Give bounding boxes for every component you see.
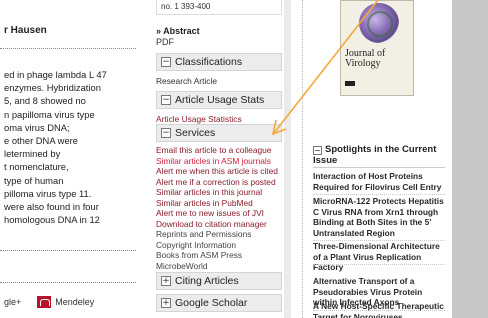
pdf-link[interactable]: PDF xyxy=(156,37,174,47)
spotlights-title: Spotlights in the Current Issue xyxy=(313,144,437,166)
list-item[interactable]: Reprints and Permissions xyxy=(156,229,282,240)
abstract-text: ed in phage lambda L 47 enzymes. Hybridi… xyxy=(4,68,107,226)
spotlights-header[interactable]: − Spotlights in the Current Issue xyxy=(313,144,445,166)
section-title: Classifications xyxy=(175,56,243,68)
usage-stats-header[interactable]: − Article Usage Stats xyxy=(156,91,282,109)
divider xyxy=(0,48,136,49)
list-item[interactable]: Copyright Information xyxy=(156,240,282,251)
section-title: Google Scholar xyxy=(175,297,248,309)
google-plus-link[interactable]: gle+ xyxy=(4,297,21,307)
list-item[interactable]: Alert me if a correction is posted xyxy=(156,177,282,188)
abstract-line: letermined by xyxy=(4,148,61,160)
abstract-line: t nomenclature, xyxy=(4,161,69,173)
spotlight-article-link[interactable]: Interaction of Host Proteins Required fo… xyxy=(313,171,445,192)
list-item[interactable]: Alert me to new issues of JVI xyxy=(156,208,282,219)
cover-journal-title: Journal of Virology xyxy=(345,48,386,69)
abstract-line: enzymes. Hybridization xyxy=(4,82,101,94)
spotlights-column: Journal of Virology − Spotlights in the C… xyxy=(302,0,452,318)
divider xyxy=(0,250,136,251)
issue-pages: no. 1 393-400 xyxy=(156,0,282,15)
usage-stats-list: Article Usage Statistics xyxy=(156,114,282,125)
list-item[interactable]: Books from ASM Press xyxy=(156,250,282,261)
collapse-icon[interactable]: − xyxy=(161,128,171,138)
gray-sidebar-panel xyxy=(452,0,488,318)
section-title: Services xyxy=(175,127,216,139)
article-tools-column: no. 1 393-400 » Abstract PDF − Classific… xyxy=(148,0,291,318)
abstract-line: oma virus DNA; xyxy=(4,121,70,133)
abstract-line: homologous DNA in 12 xyxy=(4,214,100,226)
list-item[interactable]: MicrobeWorld xyxy=(156,261,282,272)
spotlight-article-link[interactable]: MicroRNA-122 Protects Hepatitis C Virus … xyxy=(313,196,445,238)
list-item[interactable]: Article Usage Statistics xyxy=(156,114,282,125)
abstract-line: pilloma virus type 11. xyxy=(4,187,92,199)
divider xyxy=(313,264,445,266)
spotlight-article-link[interactable]: Three-Dimensional Architecture of a Plan… xyxy=(313,241,445,273)
list-item: Research Article xyxy=(156,76,217,86)
expand-icon[interactable]: + xyxy=(161,276,171,286)
abstract-line: were also found in four xyxy=(4,201,99,213)
cover-graphic xyxy=(359,3,399,43)
journal-cover-image[interactable]: Journal of Virology xyxy=(340,0,414,96)
publisher-logo xyxy=(345,81,355,86)
collapse-icon[interactable]: − xyxy=(161,57,171,67)
abstract-link[interactable]: » Abstract xyxy=(156,26,200,36)
list-item[interactable]: Similar articles in this journal xyxy=(156,187,282,198)
abstract-line: 5, and 8 showed no xyxy=(4,95,86,107)
mendeley-link[interactable]: Mendeley xyxy=(55,297,94,307)
classifications-header[interactable]: − Classifications xyxy=(156,53,282,71)
citing-articles-header[interactable]: + Citing Articles xyxy=(156,272,282,290)
list-item[interactable]: Similar articles in ASM journals xyxy=(156,156,282,167)
spotlight-article-link[interactable]: A New Host-Specific Therapeutic Target f… xyxy=(313,301,445,318)
divider xyxy=(313,167,445,168)
abstract-line: n papilloma virus type xyxy=(4,108,95,120)
divider xyxy=(0,282,136,283)
list-item[interactable]: Alert me when this article is cited xyxy=(156,166,282,177)
expand-icon[interactable]: + xyxy=(161,298,171,308)
services-list: Email this article to a colleague Similar… xyxy=(156,145,282,271)
collapse-icon[interactable]: − xyxy=(313,146,322,155)
collapse-icon[interactable]: − xyxy=(161,95,171,105)
mendeley-icon[interactable] xyxy=(37,296,52,308)
abstract-line: e other DNA were xyxy=(4,135,78,147)
author-name: r Hausen xyxy=(4,25,47,36)
section-title: Citing Articles xyxy=(175,275,239,287)
list-item[interactable]: Download to citation manager xyxy=(156,219,282,230)
list-item[interactable]: Email this article to a colleague xyxy=(156,145,282,156)
services-header[interactable]: − Services xyxy=(156,124,282,142)
google-scholar-header[interactable]: + Google Scholar xyxy=(156,294,282,312)
section-title: Article Usage Stats xyxy=(175,94,265,106)
social-share-bar: gle+ Mendeley xyxy=(4,296,94,308)
classifications-list: Research Article xyxy=(156,76,282,87)
list-item[interactable]: Similar articles in PubMed xyxy=(156,198,282,209)
abstract-line: ed in phage lambda L 47 xyxy=(4,69,107,80)
article-text-fragment: r Hausen ed in phage lambda L 47 enzymes… xyxy=(0,0,148,318)
abstract-line: type of human xyxy=(4,174,64,186)
